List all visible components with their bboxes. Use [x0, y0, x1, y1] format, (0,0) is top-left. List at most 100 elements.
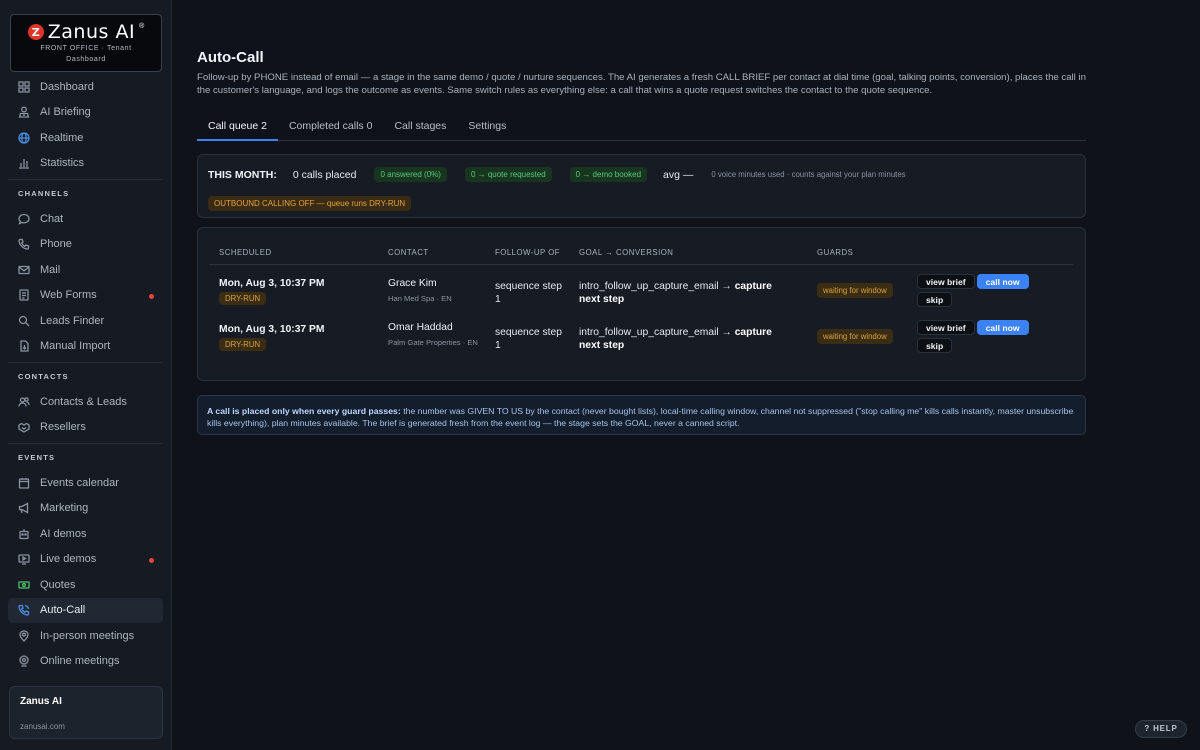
sidebar-item-manual-import[interactable]: Manual Import: [8, 334, 163, 360]
import-icon: [20, 340, 29, 352]
sidebar-item-marketing[interactable]: Marketing: [8, 496, 163, 522]
mail-icon: [18, 265, 30, 274]
column-header-follow-up: FOLLOW-UP OF: [495, 248, 561, 257]
sidebar-item-phone[interactable]: Phone: [8, 232, 163, 258]
user-tie-icon: [18, 106, 30, 118]
webcam-icon: [19, 655, 29, 667]
goal-text: intro_follow_up_capture_email →: [579, 327, 732, 338]
view-brief-button[interactable]: view brief: [917, 320, 975, 335]
goal-conversion: intro_follow_up_capture_email → capture …: [579, 326, 794, 352]
tab-completed-calls[interactable]: Completed calls 0: [278, 113, 383, 141]
sidebar-item-realtime[interactable]: Realtime: [8, 125, 163, 151]
answered-badge: 0 answered (0%): [374, 167, 447, 182]
notification-dot: [149, 557, 154, 563]
column-header-goal: GOAL → CONVERSION: [579, 248, 674, 257]
sidebar-item-label: Online meetings: [40, 655, 120, 668]
column-header-guards: GUARDS: [817, 248, 854, 257]
sidebar-item-statistics[interactable]: Statistics: [8, 151, 163, 177]
sidebar-item-label: Events calendar: [40, 476, 119, 489]
sidebar-item-label: Auto-Call: [40, 604, 86, 617]
brand-subtitle: FRONT OFFICE · Tenant: [40, 45, 132, 52]
contact-company: Palm Gate Properties · EN: [388, 338, 478, 347]
sidebar-item-events-calendar[interactable]: Events calendar: [8, 470, 163, 496]
sidebar-item-label: Quotes: [40, 578, 76, 591]
brand-logo[interactable]: Z Zanus AI ® FRONT OFFICE · Tenant Dashb…: [10, 14, 162, 72]
skip-button[interactable]: skip: [917, 338, 953, 353]
sidebar-item-contacts-leads[interactable]: Contacts & Leads: [8, 389, 163, 415]
page-description: Follow-up by PHONE instead of email — a …: [197, 72, 1086, 96]
page-title: Auto-Call: [197, 49, 264, 66]
org-name: Zanus AI: [20, 696, 62, 707]
dry-run-badge: DRY-RUN: [219, 338, 267, 351]
phone-icon: [18, 239, 30, 250]
table-row: Mon, Aug 3, 10:37 PM DRY-RUN Omar Haddad…: [198, 320, 1087, 374]
section-title-channels: CHANNELS: [18, 189, 70, 198]
guard-status-badge: waiting for window: [817, 329, 893, 344]
sidebar-item-label: Mail: [40, 263, 61, 276]
sidebar-item-in-person-meetings[interactable]: In-person meetings: [8, 623, 163, 649]
avg-duration: avg —: [663, 168, 694, 181]
sidebar-item-label: AI demos: [40, 527, 87, 540]
demo-booked-badge: 0 → demo booked: [569, 167, 648, 182]
tab-settings[interactable]: Settings: [457, 113, 517, 141]
sidebar-item-mail[interactable]: Mail: [8, 257, 163, 283]
notification-dot: [149, 293, 154, 299]
sidebar-item-label: Statistics: [40, 157, 85, 170]
bar-chart-icon: [19, 159, 29, 169]
skip-button[interactable]: skip: [917, 292, 953, 307]
sidebar-item-label: Leads Finder: [40, 314, 105, 327]
section-title-events: EVENTS: [18, 453, 56, 462]
sidebar-item-quotes[interactable]: Quotes: [8, 572, 163, 598]
follow-up-of: sequence step 1: [495, 327, 562, 351]
column-header-contact: CONTACT: [388, 248, 429, 257]
sidebar-item-label: AI Briefing: [40, 106, 91, 119]
sidebar-item-label: Realtime: [40, 131, 84, 144]
call-queue-table: SCHEDULED CONTACT FOLLOW-UP OF GOAL → CO…: [197, 227, 1086, 381]
sidebar-item-label: Marketing: [40, 502, 89, 515]
month-label: THIS MONTH:: [208, 168, 277, 181]
help-button[interactable]: ? HELP: [1135, 720, 1187, 738]
contact-name[interactable]: Grace Kim: [388, 278, 478, 289]
sidebar-item-resellers[interactable]: Resellers: [8, 415, 163, 441]
tab-call-stages[interactable]: Call stages: [383, 113, 457, 141]
sidebar-item-label: Contacts & Leads: [40, 395, 127, 408]
scheduled-time: Mon, Aug 3, 10:37 PM: [219, 278, 325, 289]
tab-call-queue[interactable]: Call queue 2: [197, 113, 278, 141]
org-card[interactable]: Zanus AI zanusai.com: [9, 686, 163, 739]
org-site: zanusai.com: [20, 722, 65, 731]
sidebar-item-label: Resellers: [40, 421, 86, 434]
contact-name[interactable]: Omar Haddad: [388, 322, 478, 333]
sidebar-item-dashboard[interactable]: Dashboard: [8, 74, 163, 100]
view-brief-button[interactable]: view brief: [917, 274, 975, 289]
sidebar-item-ai-briefing[interactable]: AI Briefing: [8, 100, 163, 126]
sidebar-item-label: Web Forms: [40, 289, 97, 302]
sidebar-item-leads-finder[interactable]: Leads Finder: [8, 308, 163, 334]
sidebar-nav: Dashboard AI Briefing Realtime Statistic…: [8, 74, 163, 674]
section-title-contacts: CONTACTS: [18, 372, 69, 381]
sidebar-item-label: Phone: [40, 238, 72, 251]
column-header-scheduled: SCHEDULED: [219, 248, 272, 257]
money-icon: [18, 581, 30, 589]
chat-icon: [18, 213, 30, 225]
tab-bar: Call queue 2 Completed calls 0 Call stag…: [197, 113, 1086, 141]
sidebar-item-chat[interactable]: Chat: [8, 206, 163, 232]
call-now-button[interactable]: call now: [976, 320, 1029, 335]
brand-subtitle-2: Dashboard: [66, 56, 106, 63]
dry-run-badge: DRY-RUN: [219, 292, 267, 305]
minutes-note: 0 voice minutes used · counts against yo…: [711, 170, 906, 179]
sidebar-item-auto-call[interactable]: Auto-Call: [8, 597, 163, 623]
scheduled-time: Mon, Aug 3, 10:37 PM: [219, 324, 325, 335]
sidebar-item-label: In-person meetings: [40, 629, 135, 642]
form-icon: [19, 289, 29, 301]
guard-info-banner: A call is placed only when every guard p…: [197, 395, 1086, 435]
sidebar-item-live-demos[interactable]: Live demos: [8, 547, 163, 573]
call-now-button[interactable]: call now: [976, 274, 1029, 289]
sidebar-item-ai-demos[interactable]: AI demos: [8, 521, 163, 547]
brand-name: Zanus AI: [47, 21, 136, 43]
globe-icon: [18, 132, 30, 144]
users-icon: [18, 396, 30, 407]
sidebar-item-web-forms[interactable]: Web Forms: [8, 283, 163, 309]
guard-status-badge: waiting for window: [817, 283, 893, 298]
sidebar: Z Zanus AI ® FRONT OFFICE · Tenant Dashb…: [0, 0, 172, 750]
sidebar-item-online-meetings[interactable]: Online meetings: [8, 649, 163, 675]
